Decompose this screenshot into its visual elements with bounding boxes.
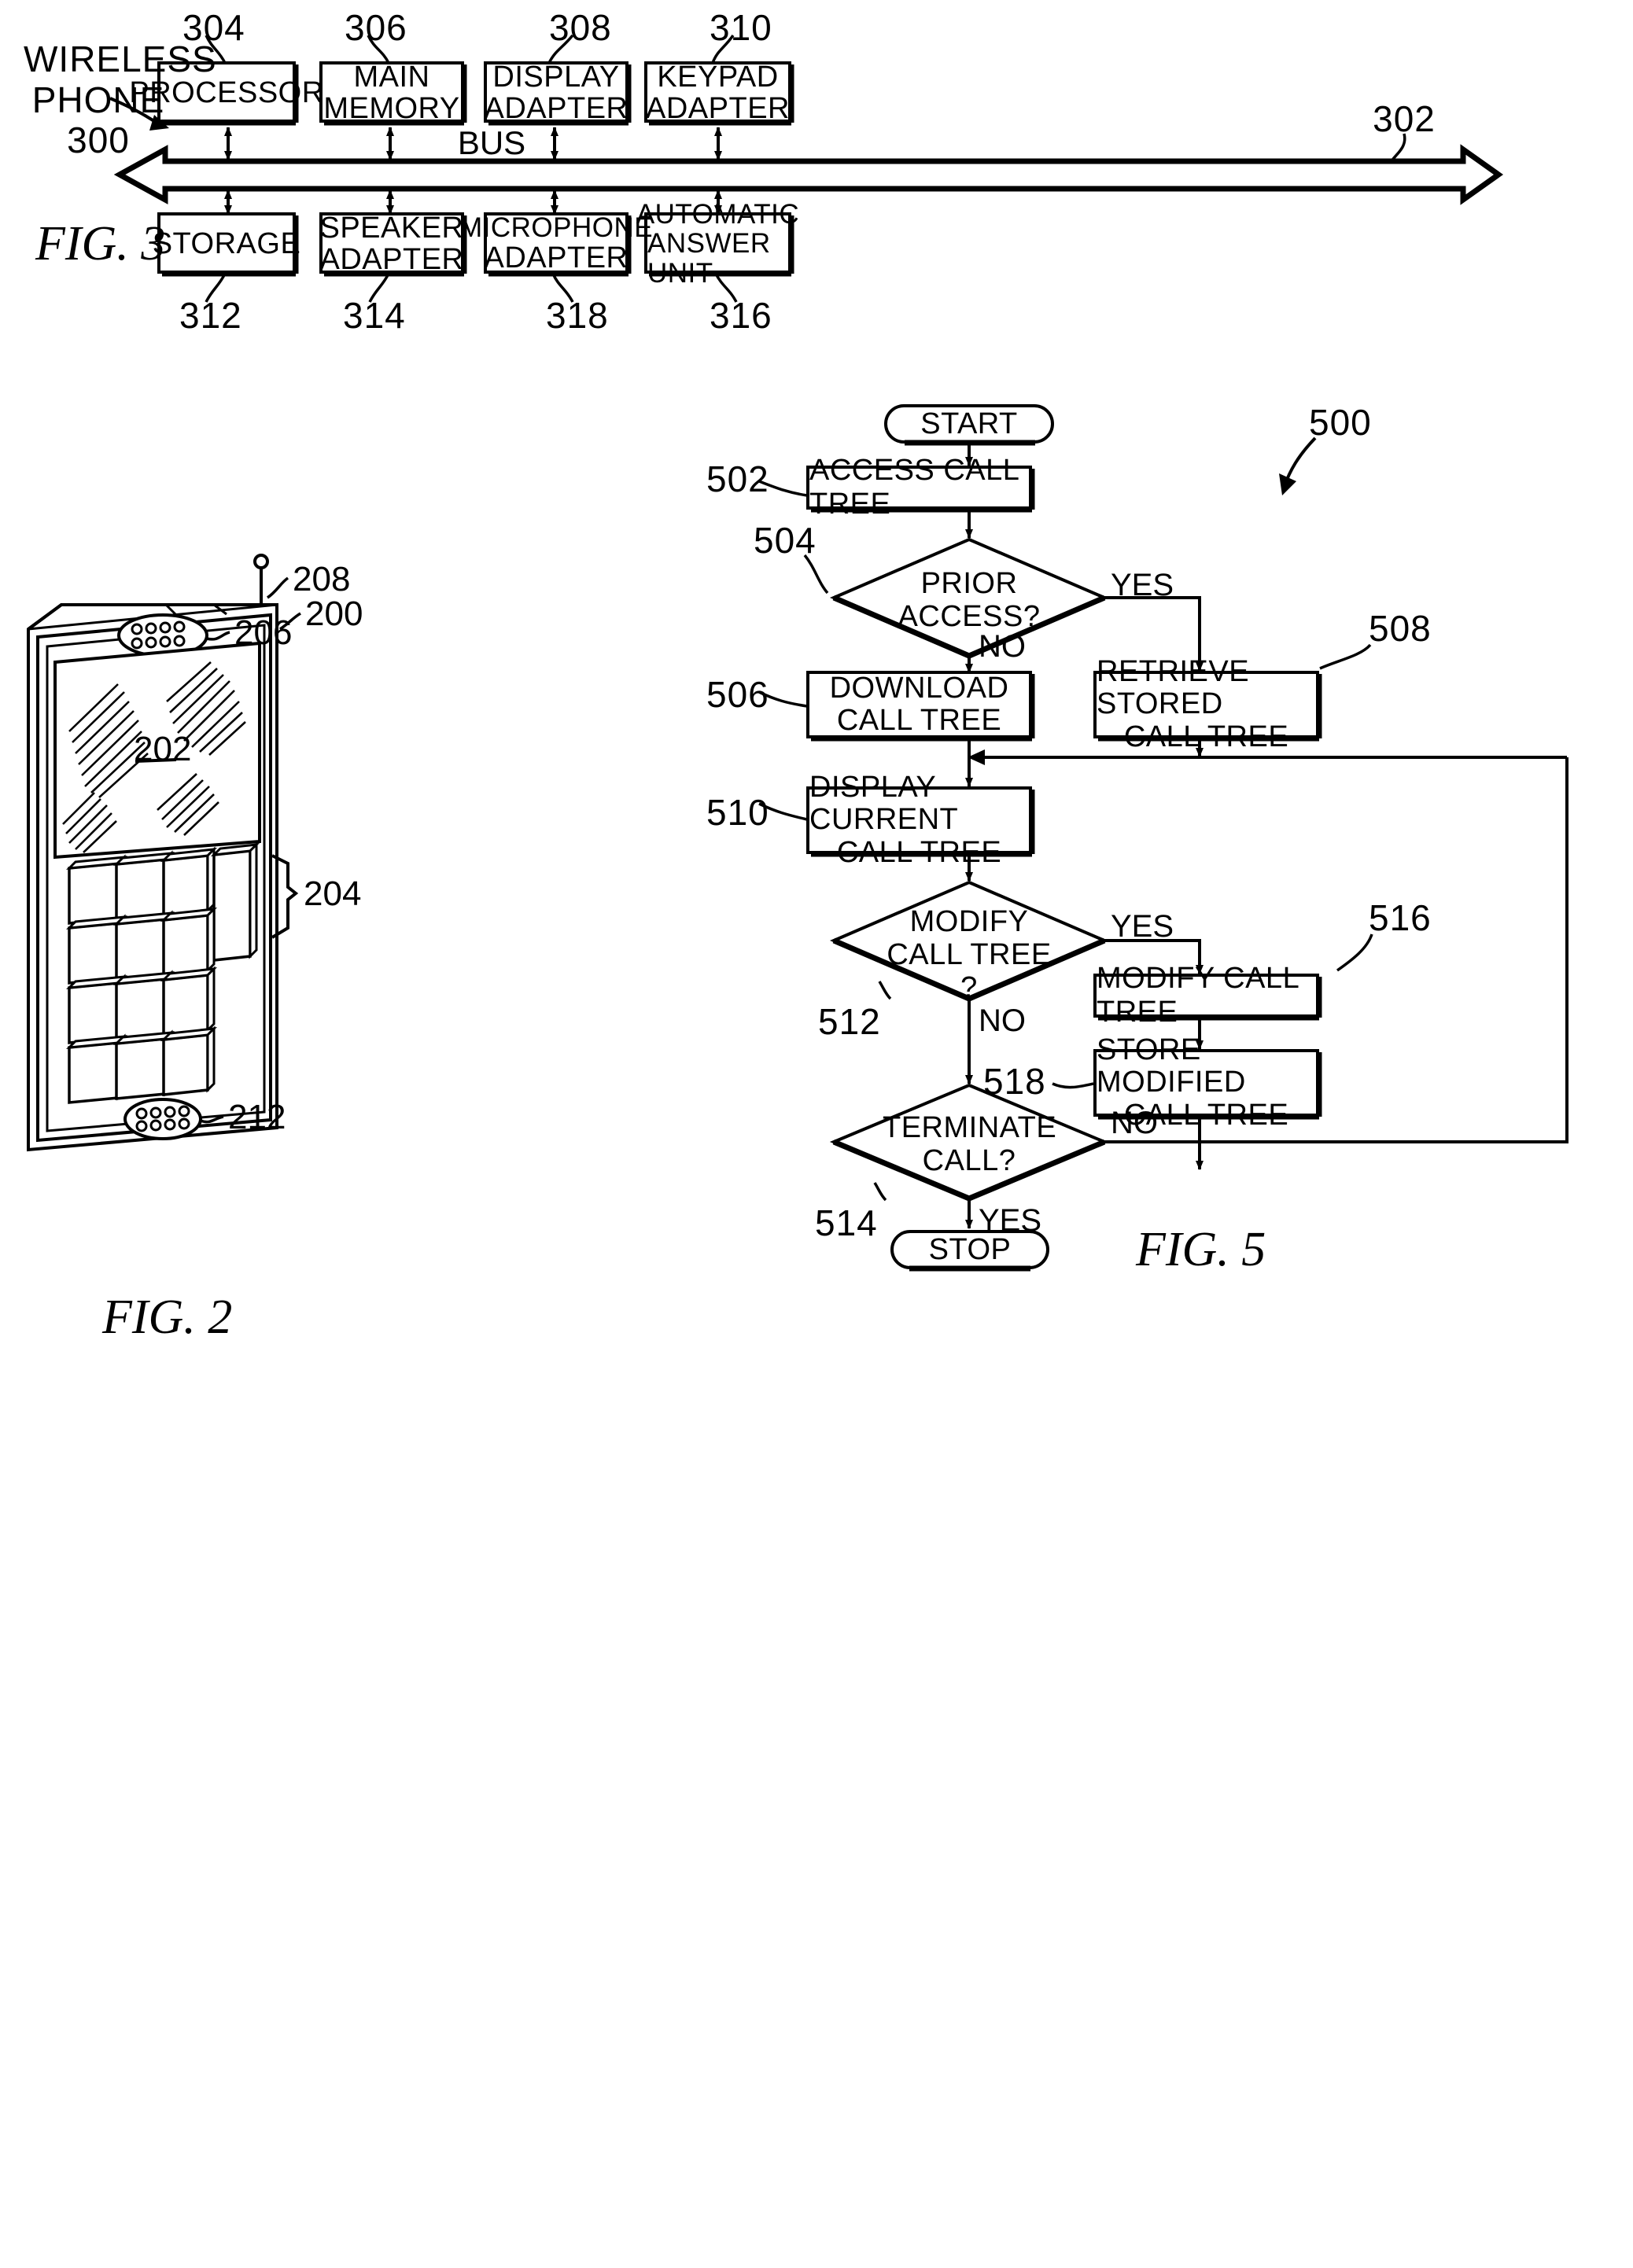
fig2-key[interactable] [160,1025,218,1096]
fig5-edge-label-512-no: NO [979,1003,1026,1038]
fig5-box-508-line1: RETRIEVE STORED [1097,655,1250,721]
fig3-box-speaker-adapter-line1: SPEAKER [319,211,464,245]
fig2-key-tall[interactable] [210,841,260,962]
fig3-ref-314: 314 [343,295,406,336]
fig3-ref-318: 318 [546,295,609,336]
fig5-decision-514-text: TERMINATE CALL? [883,1111,1057,1178]
fig5-lead-518 [1052,1082,1094,1089]
fig5-ref-510: 510 [706,792,769,833]
fig3-box-main-memory-line2: MEMORY [323,92,460,125]
fig3-ref-304: 304 [182,7,245,48]
fig5-box-502-text: ACCESS CALL TREE [809,454,1029,521]
fig3-box-keypad-adapter-line2: ADAPTER [646,92,790,125]
fig3-ref-310: 310 [710,7,772,48]
fig3-box-keypad-adapter-text: KEYPAD ADAPTER [646,61,789,124]
fig3-box-microphone-adapter-text: MICROPHONE ADAPTER [459,213,653,274]
fig5-decision-504-text: PRIOR ACCESS? [883,567,1056,634]
fig5-edge-label-514-no: NO [1111,1106,1158,1140]
patent-drawing-sheet: WIRELESS PHONE 300 304 306 308 310 PROCE… [0,0,1633,2268]
fig3-bus-label: BUS [457,124,526,161]
fig2-key[interactable] [160,846,218,917]
fig3-group [109,34,1504,303]
fig3-box-display-adapter-line2: ADAPTER [484,92,629,125]
fig5-ref-512: 512 [818,1001,881,1042]
fig5-edge-label-512-yes: YES [1111,909,1174,944]
fig2-ref-202: 202 [134,730,192,768]
fig3-box-automatic-answer-unit-line2: ANSWER UNIT [647,228,771,289]
fig3-box-storage-line1: STORAGE [152,226,301,260]
fig5-decision-512-line2: CALL TREE [887,937,1052,971]
fig5-ref-504: 504 [754,520,816,561]
fig2-ref-204: 204 [304,874,362,913]
fig5-box-518-line1: STORE MODIFIED [1097,1033,1246,1099]
fig3-box-storage-text: STORAGE [153,217,300,271]
fig5-edge-label-504-no: NO [979,629,1026,664]
fig5-box-510-line1: DISPLAY CURRENT [809,771,959,837]
fig3-box-processor-text: PROCESSOR [129,66,323,120]
fig5-ref-506: 506 [706,674,769,715]
fig5-stop-label: STOP [928,1232,1012,1266]
fig5-ref-516: 516 [1369,897,1432,938]
fig2-key[interactable] [160,966,218,1036]
fig3-title: FIG. 3 [35,217,166,271]
fig5-decision-504-line2: ACCESS? [898,599,1041,633]
fig3-box-speaker-adapter-line2: ADAPTER [319,243,464,276]
fig5-lead-514 [873,1182,887,1202]
fig5-decision-512-line3: ? [960,970,978,1004]
fig3-box-display-adapter-line1: DISPLAY [492,60,620,94]
fig2-ref-212: 212 [228,1098,286,1136]
fig5-edge-label-504-yes: YES [1111,568,1174,602]
fig3-box-processor-line1: PROCESSOR [129,75,324,109]
fig3-box-keypad-adapter-line1: KEYPAD [657,60,779,94]
fig5-decision-504-line1: PRIOR [920,567,1018,600]
fig5-ref-508: 508 [1369,608,1432,649]
fig5-lead-516 [1336,933,1373,972]
fig5-box-506-line1: DOWNLOAD [829,671,1009,705]
fig5-ref-514: 514 [815,1202,878,1243]
fig5-start-label: START [920,407,1018,440]
fig2-microphone-grille [123,1098,202,1140]
fig3-bus [113,144,1504,205]
fig5-ref-518: 518 [983,1061,1046,1102]
fig5-box-506-text: DOWNLOAD CALL TREE [809,671,1029,737]
fig2-ref-200: 200 [305,595,363,633]
fig2-key[interactable] [160,906,218,977]
fig5-title: FIG. 5 [1136,1223,1266,1276]
fig5-decision-512-text: MODIFY CALL TREE ? [883,905,1056,1004]
fig5-ref-500: 500 [1309,402,1372,443]
fig5-box-516-text: MODIFY CALL TREE [1097,962,1316,1029]
fig5-box-508-line2: CALL TREE [1123,720,1289,753]
fig5-box-510-line2: CALL TREE [836,835,1002,869]
fig3-box-main-memory-text: MAIN MEMORY [323,61,461,124]
fig3-ref-312: 312 [179,295,242,336]
fig3-box-speaker-adapter-text: SPEAKER ADAPTER [319,212,463,275]
fig5-box-506-line2: CALL TREE [836,704,1002,737]
fig3-ref-308: 308 [549,7,612,48]
fig3-box-main-memory-line1: MAIN [353,60,430,94]
fig2-lead-208 [266,576,289,599]
fig5-box-508-text: RETRIEVE STORED CALL TREE [1097,656,1316,753]
fig5-box-516-line1: MODIFY CALL TREE [1097,962,1299,1029]
fig5-box-502-line1: ACCESS CALL TREE [809,454,1019,521]
fig5-box-518-text: STORE MODIFIED CALL TREE [1097,1034,1316,1131]
fig2-ref-206: 206 [234,613,293,652]
fig5-decision-512-line1: MODIFY [909,905,1029,938]
fig5-box-510-text: DISPLAY CURRENT CALL TREE [809,771,1029,868]
fig3-box-display-adapter-text: DISPLAY ADAPTER [485,61,628,124]
fig3-box-automatic-answer-unit-line1: AUTOMATIC [636,199,800,230]
fig5-lead-508 [1319,643,1372,670]
fig3-ref-302: 302 [1373,98,1436,139]
fig5-ref-502: 502 [706,458,769,499]
fig3-system-ref: 300 [67,120,130,161]
fig3-ref-316: 316 [710,295,772,336]
fig3-box-automatic-answer-unit-text: AUTOMATIC ANSWER UNIT [636,200,799,287]
fig3-ref-306: 306 [345,7,407,48]
fig5-decision-514-line1: TERMINATE [883,1111,1057,1144]
fig2-ref-208: 208 [293,560,351,598]
fig2-title: FIG. 2 [102,1290,233,1344]
fig3-box-microphone-adapter-line2: ADAPTER [484,241,629,275]
fig3-box-microphone-adapter-line1: MICROPHONE [459,212,654,244]
fig3-system-label-line1: WIRELESS [24,39,217,79]
fig5-decision-514-line2: CALL? [922,1143,1016,1177]
